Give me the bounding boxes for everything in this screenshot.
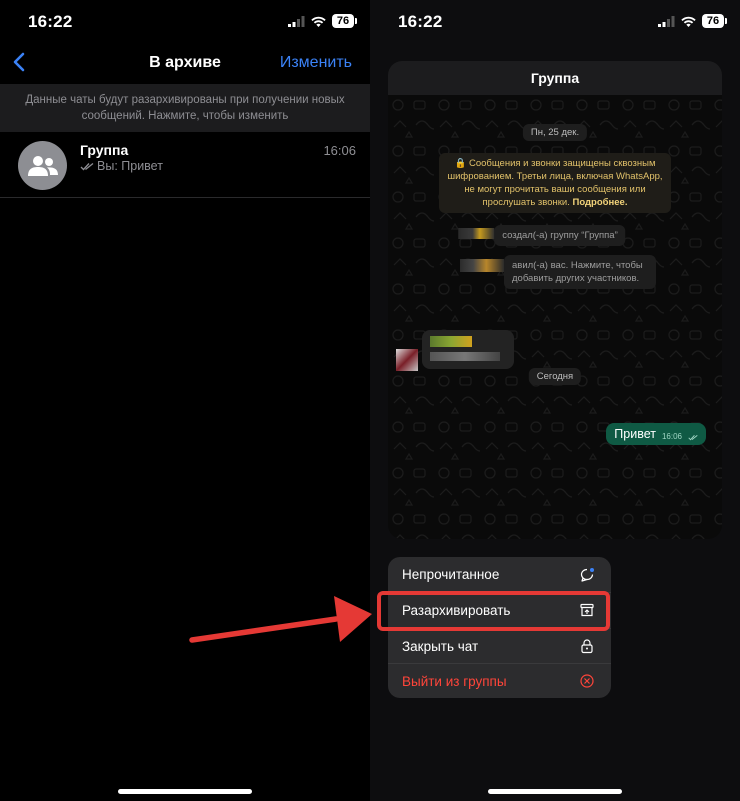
archive-notice[interactable]: Данные чаты будут разархивированы при по… <box>0 84 370 132</box>
today-label: Сегодня <box>528 368 582 385</box>
outgoing-message-time: 16:06 <box>661 432 682 441</box>
chat-background: Пн, 25 дек. 🔒 Сообщения и звонки защищен… <box>388 95 722 539</box>
chat-preview-text: Вы: Привет <box>97 159 163 173</box>
battery-indicator: 76 <box>702 14 727 28</box>
system-message-line-1: авил(-а) вас. Нажмите, чтобы <box>512 260 643 271</box>
unread-bubble-icon <box>580 567 594 582</box>
incoming-message-bubble[interactable] <box>422 330 514 369</box>
exit-circle-icon <box>580 674 594 688</box>
highlight-box <box>377 591 610 631</box>
chat-time: 16:06 <box>323 143 356 158</box>
status-time: 16:22 <box>28 12 73 31</box>
system-message-added: авил(-а) вас. Нажмите, чтобы добавить др… <box>460 255 656 289</box>
status-bar: 16:22 76 <box>370 0 740 44</box>
encryption-text: Сообщения и звонки защищены сквозным шиф… <box>447 158 663 208</box>
status-icons: 76 <box>658 14 727 28</box>
system-message-text: создал(-а) группу “Группа” <box>502 230 618 241</box>
outgoing-message-text: Привет <box>614 427 656 441</box>
navigation-bar: В архиве Изменить <box>0 44 370 84</box>
menu-item-unread[interactable]: Непрочитанное <box>388 557 611 592</box>
home-indicator[interactable] <box>488 789 622 794</box>
home-indicator[interactable] <box>118 789 252 794</box>
group-people-icon <box>27 155 58 176</box>
archived-chats-screen: 16:22 76 В архиве Изменить Данные чаты б… <box>0 0 370 801</box>
chat-preview: Вы: Привет <box>80 159 163 173</box>
status-time: 16:22 <box>398 12 443 31</box>
learn-more-link[interactable]: Подробнее. <box>573 197 628 208</box>
menu-item-label: Закрыть чат <box>402 638 479 654</box>
lock-icon <box>581 639 593 654</box>
system-message-created: создал(-а) группу “Группа” <box>458 225 626 246</box>
chat-preview-screen: 16:22 76 Группа Пн, 25 дек. 🔒 Сообщения … <box>370 0 740 801</box>
edit-button[interactable]: Изменить <box>280 54 352 72</box>
date-header: Пн, 25 дек. <box>522 124 588 141</box>
cellular-signal-icon <box>288 15 305 27</box>
blurred-name <box>458 228 495 239</box>
double-check-icon <box>688 434 698 441</box>
blurred-name <box>460 259 504 272</box>
blurred-sender-avatar <box>396 349 418 371</box>
blurred-message-text <box>430 352 500 361</box>
outgoing-message-bubble[interactable]: Привет 16:06 <box>606 423 706 445</box>
status-icons: 76 <box>288 14 357 28</box>
status-bar: 16:22 76 <box>0 0 370 44</box>
group-avatar <box>18 141 67 190</box>
lock-icon: 🔒 <box>454 158 469 169</box>
menu-item-label: Непрочитанное <box>402 567 500 582</box>
cellular-signal-icon <box>658 15 675 27</box>
blurred-sender-name <box>430 336 472 347</box>
wifi-icon <box>311 16 326 27</box>
battery-indicator: 76 <box>332 14 357 28</box>
chat-name: Группа <box>80 142 129 158</box>
chat-list-item[interactable]: Группа Вы: Привет 16:06 <box>0 132 370 198</box>
system-message-line-2: добавить других участников. <box>512 273 640 284</box>
wifi-icon <box>681 16 696 27</box>
encryption-notice[interactable]: 🔒 Сообщения и звонки защищены сквозным ш… <box>439 153 671 213</box>
menu-item-label: Выйти из группы <box>402 673 507 689</box>
chat-preview-card[interactable]: Группа Пн, 25 дек. 🔒 Сообщения и звонки … <box>388 61 722 539</box>
chat-title: Группа <box>388 61 722 95</box>
menu-item-exit-group[interactable]: Выйти из группы <box>388 663 611 698</box>
double-check-icon <box>80 162 94 171</box>
menu-item-lock-chat[interactable]: Закрыть чат <box>388 628 611 663</box>
